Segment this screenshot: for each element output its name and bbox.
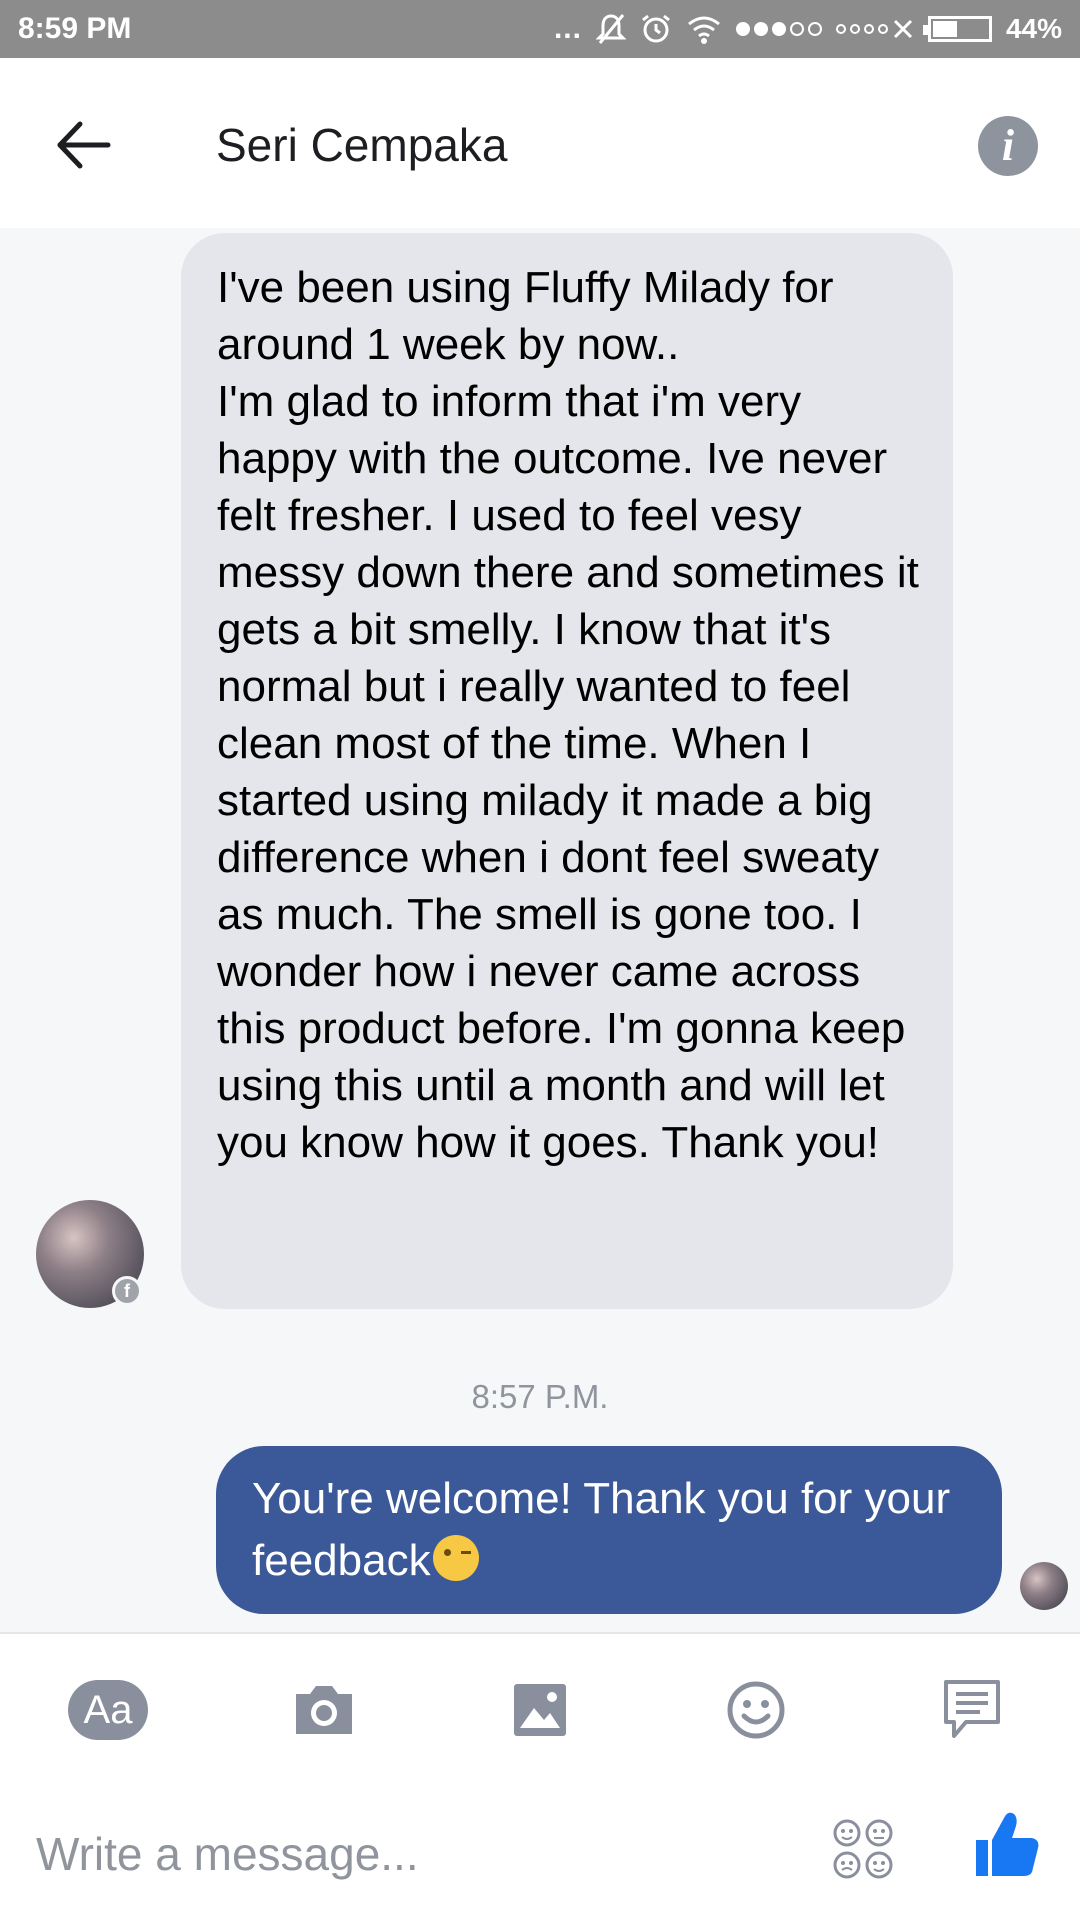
text-format-button[interactable]: Aa: [68, 1680, 148, 1740]
contact-name[interactable]: Seri Cempaka: [216, 118, 507, 172]
info-button[interactable]: i: [978, 116, 1038, 176]
outgoing-message-bubble[interactable]: You're welcome! Thank you for your feedb…: [216, 1446, 1002, 1614]
emoji-icon[interactable]: [726, 1680, 786, 1740]
read-receipt-avatar: [1020, 1562, 1068, 1610]
status-overflow: ...: [553, 12, 582, 45]
status-bar: 8:59 PM ... 44%: [0, 0, 1080, 58]
outgoing-message-text: You're welcome! Thank you for your feedb…: [252, 1474, 951, 1585]
kissing-face-emoji-icon: [432, 1535, 479, 1581]
battery-icon: [922, 16, 992, 42]
message-timestamp: 8:57 P.M.: [471, 1378, 609, 1415]
like-thumb-icon[interactable]: [974, 1810, 1040, 1880]
muted-bell-icon: [595, 14, 626, 44]
signal-2-icon: [835, 18, 914, 40]
status-icons: ... 44%: [554, 10, 1062, 48]
conversation-header: Seri Cempaka i: [0, 58, 1080, 228]
info-icon: i: [1001, 121, 1015, 170]
incoming-message-bubble[interactable]: I've been using Fluffy Milady for around…: [181, 233, 953, 1309]
quick-reply-icon[interactable]: [942, 1678, 1002, 1740]
facebook-badge-icon: f: [112, 1276, 142, 1306]
signal-icon: [735, 22, 822, 36]
alarm-icon: [642, 14, 670, 43]
back-arrow-icon[interactable]: [50, 110, 120, 180]
sticker-icon[interactable]: [832, 1818, 894, 1880]
message-list[interactable]: I've been using Fluffy Milady for around…: [0, 228, 1080, 1632]
battery-percent: 44%: [1005, 13, 1062, 44]
message-composer: Aa: [0, 1632, 1080, 1920]
status-time: 8:59 PM: [18, 12, 132, 45]
message-input[interactable]: [36, 1814, 796, 1894]
camera-icon[interactable]: [292, 1682, 356, 1738]
gallery-icon[interactable]: [512, 1682, 568, 1738]
wifi-icon: [688, 16, 720, 44]
